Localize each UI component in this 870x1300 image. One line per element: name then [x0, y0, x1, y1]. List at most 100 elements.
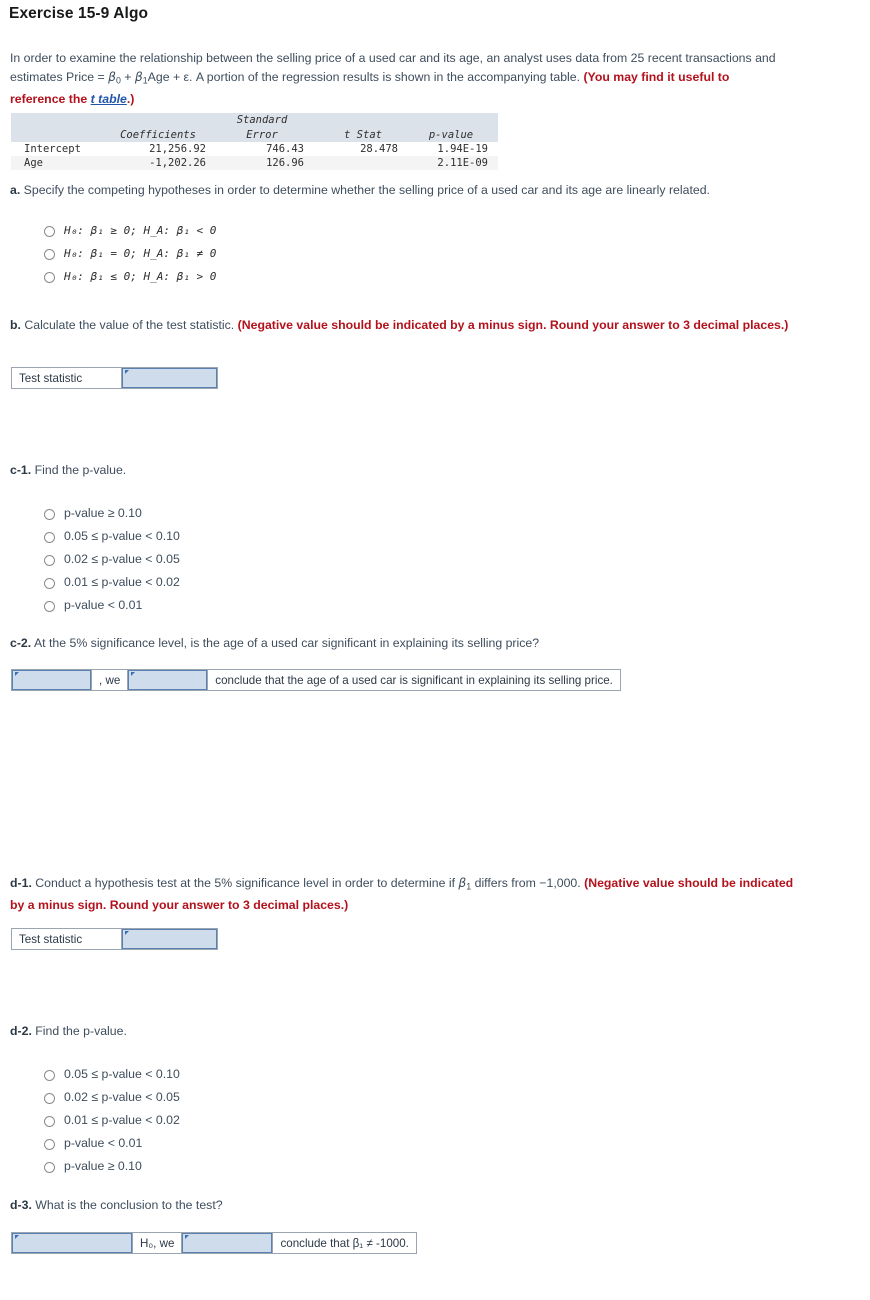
header-blank-1	[11, 113, 110, 127]
option-label: 0.01 ≤ p-value < 0.02	[64, 575, 180, 589]
part-d3-decision-select[interactable]	[12, 1233, 132, 1253]
part-d2-prompt: d-2. Find the p-value.	[10, 1022, 127, 1041]
radio-option[interactable]: p-value ≥ 0.10	[44, 507, 180, 522]
radio-option[interactable]: 0.01 ≤ p-value < 0.02	[44, 576, 180, 591]
part-d2-label: d-2.	[10, 1024, 32, 1038]
cell-pvalue-intercept: 1.94E-19	[437, 143, 488, 155]
part-c1-options: p-value ≥ 0.10 0.05 ≤ p-value < 0.10 0.0…	[44, 507, 180, 622]
part-d1-label: d-1.	[10, 876, 32, 890]
cell-coefficient-age: -1,202.26	[149, 157, 206, 169]
part-d3-conclusion-select[interactable]	[182, 1233, 273, 1253]
option-label: H₀: β₁ ≤ 0; H_A: β₁ > 0	[64, 270, 217, 283]
part-c2-prompt: c-2. At the 5% significance level, is th…	[10, 634, 539, 653]
part-b-answer-widget: Test statistic	[11, 367, 218, 389]
part-c1-text: Find the p-value.	[31, 463, 127, 477]
option-label: p-value ≥ 0.10	[64, 506, 142, 520]
radio-option[interactable]: p-value < 0.01	[44, 599, 180, 614]
header-error: Error	[246, 129, 278, 141]
radio-option[interactable]: 0.02 ≤ p-value < 0.05	[44, 1091, 180, 1106]
option-label: 0.05 ≤ p-value < 0.10	[64, 1067, 180, 1081]
header-standard: Standard	[236, 114, 288, 126]
part-d2-options: 0.05 ≤ p-value < 0.10 0.02 ≤ p-value < 0…	[44, 1068, 180, 1183]
radio-option[interactable]: H₀: β₁ ≤ 0; H_A: β₁ > 0	[44, 270, 216, 285]
cell-stderror-intercept: 746.43	[266, 143, 304, 155]
part-a-label: a.	[10, 183, 21, 197]
beta0-symbol: β	[108, 70, 116, 84]
part-a-prompt: a. Specify the competing hypotheses in o…	[10, 181, 860, 200]
intro-text-2: Age + ε. A portion of the regression res…	[147, 70, 584, 84]
radio-button-icon[interactable]	[44, 532, 55, 543]
exercise-page: Exercise 15-9 Algo In order to examine t…	[0, 0, 870, 1300]
option-label: p-value < 0.01	[64, 598, 143, 612]
part-b-red-note: (Negative value should be indicated by a…	[237, 318, 789, 332]
part-d3-prompt: d-3. What is the conclusion to the test?	[10, 1196, 223, 1215]
cell-tstat-intercept: 28.478	[360, 143, 398, 155]
part-c2-decision-select[interactable]	[12, 670, 91, 690]
cell-coefficient-intercept: 21,256.92	[149, 143, 206, 155]
part-d1-prompt: d-1. Conduct a hypothesis test at the 5%…	[10, 874, 795, 915]
table-row: Age -1,202.26 126.96 2.11E-09	[11, 156, 498, 170]
cell-stderror-age: 126.96	[266, 157, 304, 169]
option-label: p-value < 0.01	[64, 1136, 143, 1150]
part-c2-answer-widget: , we conclude that the age of a used car…	[11, 669, 621, 691]
part-b-test-statistic-input[interactable]	[122, 368, 217, 388]
part-b-label: b.	[10, 318, 21, 332]
part-b-prompt: b. Calculate the value of the test stati…	[10, 316, 790, 335]
cell-tstat-age	[328, 156, 414, 170]
intro-plus: +	[120, 70, 135, 84]
radio-button-icon[interactable]	[44, 1070, 55, 1081]
option-label: 0.02 ≤ p-value < 0.05	[64, 552, 180, 566]
option-label: 0.05 ≤ p-value < 0.10	[64, 529, 180, 543]
option-label: H₀: β₁ ≥ 0; H_A: β₁ < 0	[64, 224, 217, 237]
part-d3-label: d-3.	[10, 1198, 32, 1212]
part-c2-text: At the 5% significance level, is the age…	[31, 636, 540, 650]
part-d1-text-a: Conduct a hypothesis test at the 5% sign…	[31, 876, 459, 890]
option-label: 0.02 ≤ p-value < 0.05	[64, 1090, 180, 1104]
part-c1-prompt: c-1. Find the p-value.	[10, 461, 126, 480]
header-coefficients: Coefficients	[120, 129, 196, 141]
radio-button-icon[interactable]	[44, 601, 55, 612]
radio-option[interactable]: 0.02 ≤ p-value < 0.05	[44, 553, 180, 568]
intro-paragraph: In order to examine the relationship bet…	[10, 49, 782, 109]
part-a-options: H₀: β₁ ≥ 0; H_A: β₁ < 0 H₀: β₁ = 0; H_A:…	[44, 224, 216, 293]
part-c2-conclusion-select[interactable]	[128, 670, 208, 690]
part-d1-test-statistic-input[interactable]	[122, 929, 217, 949]
option-label: H₀: β₁ = 0; H_A: β₁ ≠ 0	[64, 247, 217, 260]
radio-button-icon[interactable]	[44, 1116, 55, 1127]
cell-pvalue-age: 2.11E-09	[437, 157, 488, 169]
radio-button-icon[interactable]	[44, 578, 55, 589]
part-d1-field-label: Test statistic	[12, 929, 122, 949]
radio-option[interactable]: 0.01 ≤ p-value < 0.02	[44, 1114, 180, 1129]
part-a-text: Specify the competing hypotheses in orde…	[20, 183, 710, 197]
radio-option[interactable]: 0.05 ≤ p-value < 0.10	[44, 530, 180, 545]
radio-option[interactable]: 0.05 ≤ p-value < 0.10	[44, 1068, 180, 1083]
part-d3-tail-text: conclude that β₁ ≠ -1000.	[272, 1233, 416, 1253]
radio-button-icon[interactable]	[44, 272, 55, 283]
part-d3-answer-widget: H₀, we conclude that β₁ ≠ -1000.	[11, 1232, 417, 1254]
radio-button-icon[interactable]	[44, 226, 55, 237]
regression-table-head: Standard Coefficients Error t Stat p-val…	[11, 113, 498, 142]
radio-button-icon[interactable]	[44, 249, 55, 260]
table-row: Intercept 21,256.92 746.43 28.478 1.94E-…	[11, 142, 498, 156]
part-d3-text: What is the conclusion to the test?	[31, 1198, 223, 1212]
beta1-symbol: β	[134, 70, 143, 84]
header-blank-3	[328, 113, 414, 127]
radio-option[interactable]: p-value ≥ 0.10	[44, 1160, 180, 1175]
t-table-link[interactable]: t table	[91, 92, 127, 106]
radio-button-icon[interactable]	[44, 555, 55, 566]
radio-button-icon[interactable]	[44, 509, 55, 520]
part-d1-text-b: differs from −1,000.	[471, 876, 585, 890]
intro-red-after: .)	[126, 92, 135, 107]
option-label: 0.01 ≤ p-value < 0.02	[64, 1113, 180, 1127]
header-rowname	[11, 127, 110, 142]
header-p-value: p-value	[428, 129, 474, 141]
radio-button-icon[interactable]	[44, 1093, 55, 1104]
regression-table-body: Intercept 21,256.92 746.43 28.478 1.94E-…	[11, 142, 498, 170]
radio-button-icon[interactable]	[44, 1139, 55, 1150]
radio-option[interactable]: p-value < 0.01	[44, 1137, 180, 1152]
radio-option[interactable]: H₀: β₁ ≥ 0; H_A: β₁ < 0	[44, 224, 216, 239]
radio-option[interactable]: H₀: β₁ = 0; H_A: β₁ ≠ 0	[44, 247, 216, 262]
part-d3-middle-text: H₀, we	[132, 1233, 183, 1253]
part-c2-middle-text: , we	[91, 670, 129, 690]
radio-button-icon[interactable]	[44, 1162, 55, 1173]
